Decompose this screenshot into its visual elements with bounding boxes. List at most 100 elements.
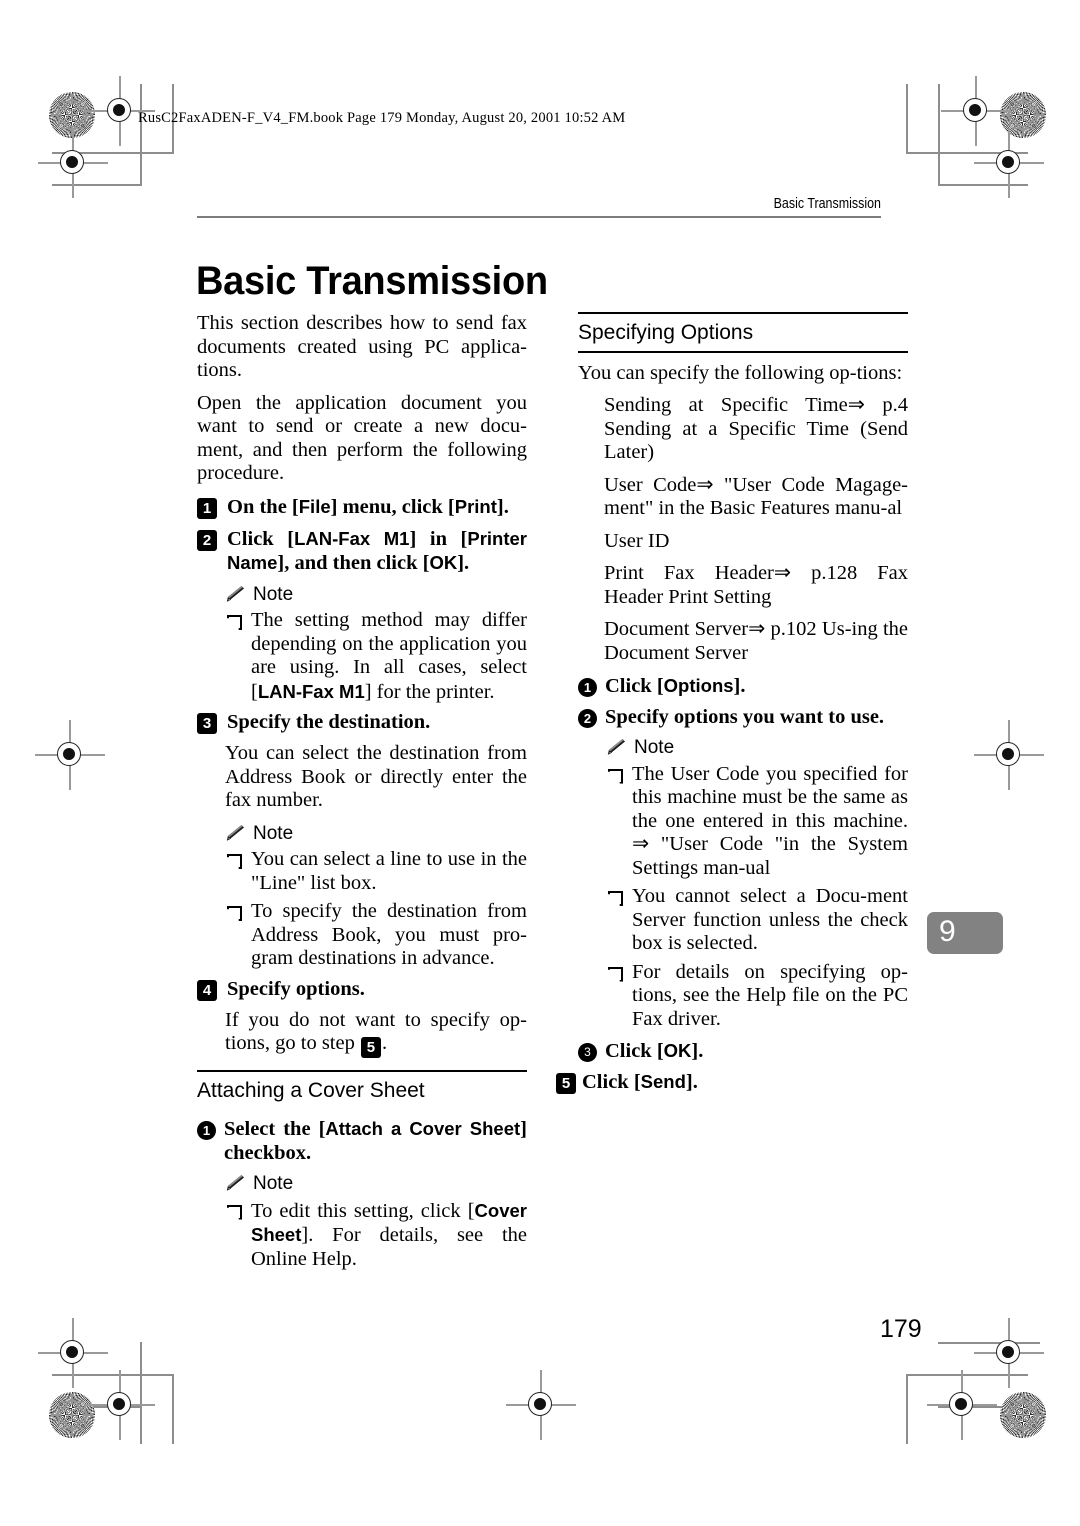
note-item: The setting method may differ depending …	[225, 609, 527, 704]
chapter-number: 9	[939, 915, 956, 948]
note-item-text: You can select a line to use in the "Lin…	[251, 848, 527, 894]
step-2-text-end: ].	[457, 551, 470, 574]
step-2-text-mid: ] in [	[409, 527, 468, 550]
key-print: Print	[454, 495, 497, 517]
registration-target-bottom-right-lower	[927, 1370, 997, 1440]
option-item: Print Fax Header⇒ p.128 Fax Header Print…	[604, 562, 908, 608]
step-number-badge: 1	[197, 497, 217, 519]
registration-target-bottom-center	[506, 1370, 576, 1440]
substep-1-cover-sheet: 1 Select the [Attach a Cover Sheet] check…	[197, 1117, 527, 1165]
option-item: Document Server⇒ p.102 Us-ing the Docume…	[604, 618, 908, 664]
registration-rosette-bottom-left	[49, 1392, 95, 1438]
left-column: This section describes how to send fax d…	[197, 312, 527, 1277]
step-5-text-after: ].	[685, 1071, 698, 1093]
crop-mark-bottom-left-h2	[52, 1406, 142, 1408]
step-4-text: Specify options.	[227, 977, 365, 1000]
note-list: The User Code you specified for this mac…	[606, 763, 908, 1032]
crop-mark-top-left-h2	[52, 184, 142, 186]
substep-text-before: Click [	[605, 675, 664, 697]
substep-number-badge: 1	[578, 678, 597, 697]
step-number-badge: 3	[197, 713, 217, 734]
substep-number-badge: 1	[197, 1121, 216, 1140]
note-block-1: Note The setting method may differ depen…	[197, 583, 527, 705]
right-intro-paragraph: You can specify the following op-tions:	[578, 361, 903, 384]
note-list: To edit this setting, click [Cover Sheet…	[225, 1199, 527, 1272]
note-list: You can select a line to use in the "Lin…	[225, 848, 527, 971]
step-number-badge: 2	[197, 529, 217, 551]
key-file: File	[298, 495, 331, 517]
registration-target-middle-right	[974, 720, 1044, 790]
substep-text-after: ].	[691, 1040, 704, 1062]
step-5-click-send: 5 Click [Send].	[556, 1070, 908, 1094]
note-label: Note	[634, 737, 675, 758]
substep-number-badge: 3	[578, 1043, 597, 1062]
section-heading-specifying-options: Specifying Options	[578, 312, 908, 353]
crop-mark-bottom-left-v2	[140, 1342, 142, 1444]
registration-target-top-right-inner	[974, 128, 1044, 198]
note-bullet-icon	[608, 966, 623, 982]
running-head: Basic Transmission	[773, 196, 881, 212]
note-item: You can select a line to use in the "Lin…	[225, 848, 527, 895]
key-ok: OK	[429, 551, 458, 573]
substep-text-after: ].	[733, 675, 746, 697]
key-lan-fax-m1: LAN-Fax M1	[257, 680, 365, 702]
note-item: To specify the destination from Address …	[225, 900, 527, 971]
crop-mark-bottom-right-h	[906, 1374, 1028, 1376]
step-1: 1 On the [File] menu, click [Print].	[197, 495, 527, 519]
registration-target-top-left	[85, 76, 155, 146]
step-5-text-before: Click [	[582, 1071, 641, 1093]
substep-text-before: Click [	[605, 1040, 664, 1062]
note-item: You cannot select a Docu-ment Server fun…	[606, 885, 908, 956]
pencil-icon	[225, 585, 246, 603]
option-item: User Code⇒ "User Code Magage-ment" in th…	[604, 473, 908, 520]
crop-mark-bottom-right-v2	[938, 1342, 1040, 1344]
note-heading: Note	[225, 822, 527, 846]
note-heading: Note	[225, 583, 527, 607]
registration-rosette-top-left	[49, 92, 95, 138]
step-2: 2 Click [LAN-Fax M1] in [Printer Name], a…	[197, 527, 527, 575]
note-item: The User Code you specified for this mac…	[606, 763, 908, 881]
key-options: Options	[663, 675, 734, 696]
step-1-text-before: On the [	[227, 495, 299, 518]
note-item-text: You cannot select a Docu-ment Server fun…	[632, 885, 908, 954]
note-heading: Note	[606, 736, 908, 760]
registration-rosette-top-right	[1000, 92, 1046, 138]
subsection-heading-cover-sheet: Attaching a Cover Sheet	[197, 1069, 527, 1109]
key-lan-fax-m1: LAN-Fax M1	[294, 527, 410, 549]
substep-2-specify-options: 2 Specify options you want to use.	[578, 705, 908, 729]
crop-mark-bottom-left-v	[172, 1374, 174, 1444]
note-item: To edit this setting, click [Cover Sheet…	[225, 1199, 527, 1272]
registration-target-middle-left	[35, 720, 105, 790]
registration-target-bottom-left-lower	[85, 1370, 155, 1440]
step-2-text-after: ], and then click [	[277, 551, 430, 574]
note-item-text: To specify the destination from Address …	[251, 900, 527, 969]
right-column: Specifying Options You can specify the f…	[556, 312, 908, 1102]
key-ok: OK	[663, 1040, 692, 1061]
step-4-body-after: .	[381, 1032, 388, 1054]
registration-target-bottom-right	[974, 1318, 1044, 1388]
note-bullet-icon	[227, 615, 242, 630]
page-number: 179	[880, 1315, 922, 1343]
registration-target-top-left-inner	[38, 128, 108, 198]
substep-1-click-options: 1 Click [Options].	[578, 674, 908, 698]
crop-mark-top-left-h	[52, 152, 174, 154]
substep-text: Specify options you want to use.	[605, 706, 885, 728]
step-number-badge: 4	[197, 979, 217, 1001]
pencil-icon	[225, 1175, 246, 1192]
key-send: Send	[640, 1071, 686, 1092]
crop-mark-bottom-right-h2	[938, 1406, 1028, 1408]
option-item: User ID	[604, 529, 670, 552]
note-item: For details on specifying op-tions, see …	[606, 961, 908, 1032]
note-item-text-before: To edit this setting, click [	[251, 1199, 475, 1222]
note-item-text: The User Code you specified for this mac…	[632, 762, 908, 879]
crop-mark-bottom-left-h	[52, 1374, 174, 1376]
registration-target-bottom-left	[38, 1318, 108, 1388]
running-head-rule	[197, 216, 881, 218]
note-item-text-after: ] for the printer.	[364, 680, 495, 703]
step-1-text-after: ].	[496, 495, 509, 518]
note-bullet-icon	[227, 854, 242, 869]
step-number-badge: 5	[556, 1073, 576, 1094]
key-attach-a-cover-sheet: Attach a Cover Sheet	[325, 1118, 521, 1139]
substep-3-click-ok: 3 Click [OK].	[578, 1039, 908, 1063]
note-heading: Note	[225, 1172, 527, 1196]
